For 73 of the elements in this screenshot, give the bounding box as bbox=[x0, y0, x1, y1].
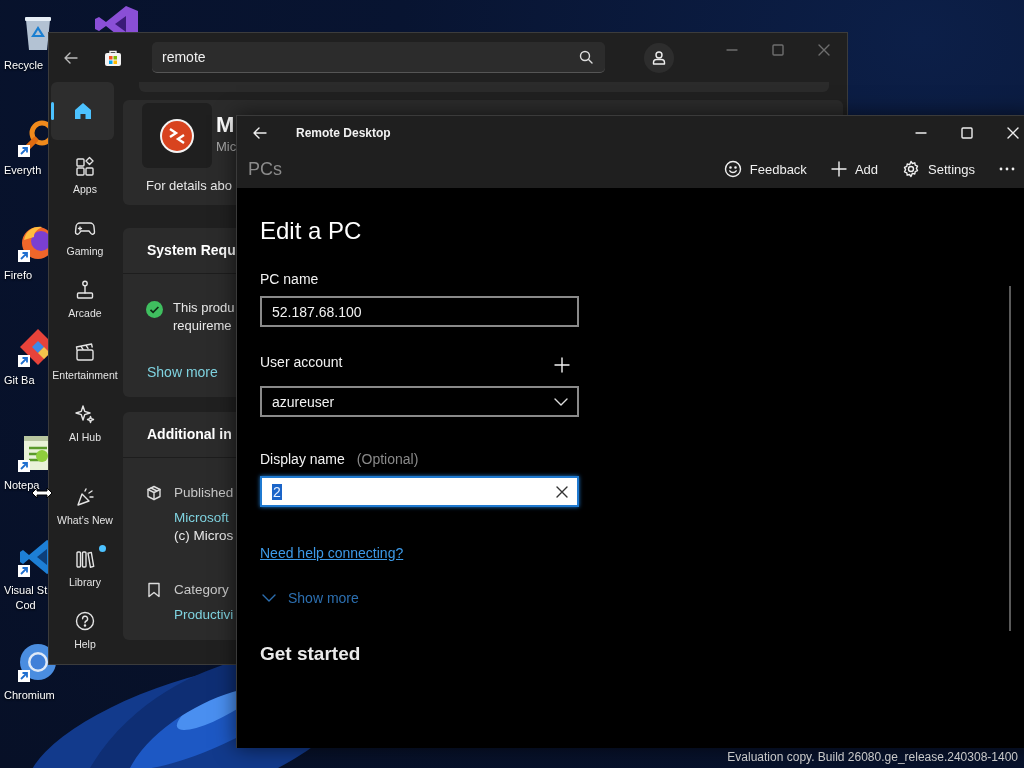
show-more-link[interactable]: Show more bbox=[147, 364, 218, 380]
box-icon bbox=[146, 485, 162, 501]
app-logo-icon bbox=[159, 117, 195, 154]
info-label: Published bbox=[174, 484, 234, 502]
desktop-icon-label[interactable]: Chromium bbox=[4, 688, 55, 703]
show-more-button[interactable]: Show more bbox=[262, 590, 359, 606]
app-title: M bbox=[216, 113, 236, 137]
add-account-button[interactable] bbox=[554, 357, 570, 373]
details-text: For details abo bbox=[146, 178, 233, 193]
close-icon bbox=[818, 43, 830, 56]
section-heading: Get started bbox=[260, 642, 361, 666]
field-label: User account bbox=[260, 354, 343, 370]
clear-icon bbox=[556, 485, 568, 498]
bookmark-icon bbox=[146, 582, 162, 598]
clapperboard-icon bbox=[74, 341, 96, 363]
help-icon bbox=[74, 610, 96, 632]
plus-icon bbox=[554, 357, 570, 373]
help-link[interactable]: Need help connecting? bbox=[260, 545, 404, 561]
apps-icon bbox=[74, 155, 96, 177]
nav-item[interactable]: What’s New bbox=[51, 476, 119, 538]
plus-icon bbox=[830, 161, 847, 177]
desktop-icon-label[interactable]: Recycle bbox=[4, 58, 44, 73]
gear-icon bbox=[902, 160, 920, 178]
desktop-icon-label[interactable]: Git Ba bbox=[4, 373, 35, 388]
nav-item[interactable] bbox=[51, 82, 114, 140]
nav-item[interactable]: Apps bbox=[51, 145, 119, 207]
build-notice: Evaluation copy. Build 26080.ge_release.240308-1400 bbox=[727, 750, 1018, 764]
scrollbar[interactable] bbox=[1009, 286, 1011, 631]
smiley-icon bbox=[723, 160, 742, 178]
joystick-icon bbox=[74, 279, 96, 301]
check-icon bbox=[146, 301, 163, 318]
desktop-icon-label[interactable]: Firefo bbox=[4, 268, 33, 283]
nav-item[interactable]: Library bbox=[51, 538, 119, 600]
maximize-icon bbox=[772, 43, 784, 56]
requirement-text: This produ requireme bbox=[173, 299, 235, 335]
nav-item[interactable]: Arcade bbox=[51, 269, 119, 331]
desktop-icon-label[interactable]: Everyth bbox=[4, 163, 42, 178]
profile-button[interactable] bbox=[644, 42, 674, 73]
close-icon bbox=[1007, 127, 1019, 139]
app-publisher: Mic bbox=[216, 139, 237, 154]
bag-icon bbox=[104, 48, 122, 67]
chevron-down-icon bbox=[262, 594, 276, 602]
window-title: Remote Desktop bbox=[296, 126, 391, 140]
desktop-icon-label[interactable]: Notepa bbox=[4, 478, 40, 493]
info-label: Category bbox=[174, 581, 230, 599]
library-icon bbox=[74, 548, 96, 570]
text-field[interactable]: 52.187.68.100 bbox=[260, 296, 579, 327]
maximize-icon bbox=[961, 127, 973, 139]
dropdown[interactable]: azureuser bbox=[260, 386, 579, 417]
search-field[interactable]: remote bbox=[152, 42, 605, 73]
feedback-button[interactable]: Feedback bbox=[711, 150, 819, 188]
back-arrow-icon bbox=[253, 126, 267, 140]
megaphone-icon bbox=[74, 486, 96, 508]
settings-button[interactable]: Settings bbox=[890, 150, 987, 188]
text-field[interactable]: 2 bbox=[260, 476, 579, 507]
nav-item[interactable]: AI Hub bbox=[51, 393, 119, 455]
clear-button[interactable] bbox=[556, 485, 568, 498]
add-button[interactable]: Add bbox=[818, 150, 890, 188]
nav-item[interactable]: Help bbox=[51, 600, 119, 662]
info-value: (c) Micros bbox=[174, 527, 234, 545]
search-icon bbox=[579, 50, 593, 64]
info-link[interactable]: Microsoft bbox=[174, 509, 234, 527]
page-title: PCs bbox=[248, 158, 282, 180]
desktop-icon-label[interactable]: Visual St Cod bbox=[4, 583, 48, 613]
back-arrow-icon bbox=[64, 50, 78, 65]
sparkle-icon bbox=[74, 403, 96, 425]
more-icon bbox=[999, 167, 1015, 171]
nav-item[interactable]: Entertainment bbox=[51, 331, 119, 393]
person-icon bbox=[651, 49, 667, 66]
field-label: PC name bbox=[260, 271, 319, 287]
info-link[interactable]: Productivi bbox=[174, 606, 234, 624]
nav-item[interactable]: Gaming bbox=[51, 207, 119, 269]
chevron-down-icon bbox=[554, 397, 568, 406]
